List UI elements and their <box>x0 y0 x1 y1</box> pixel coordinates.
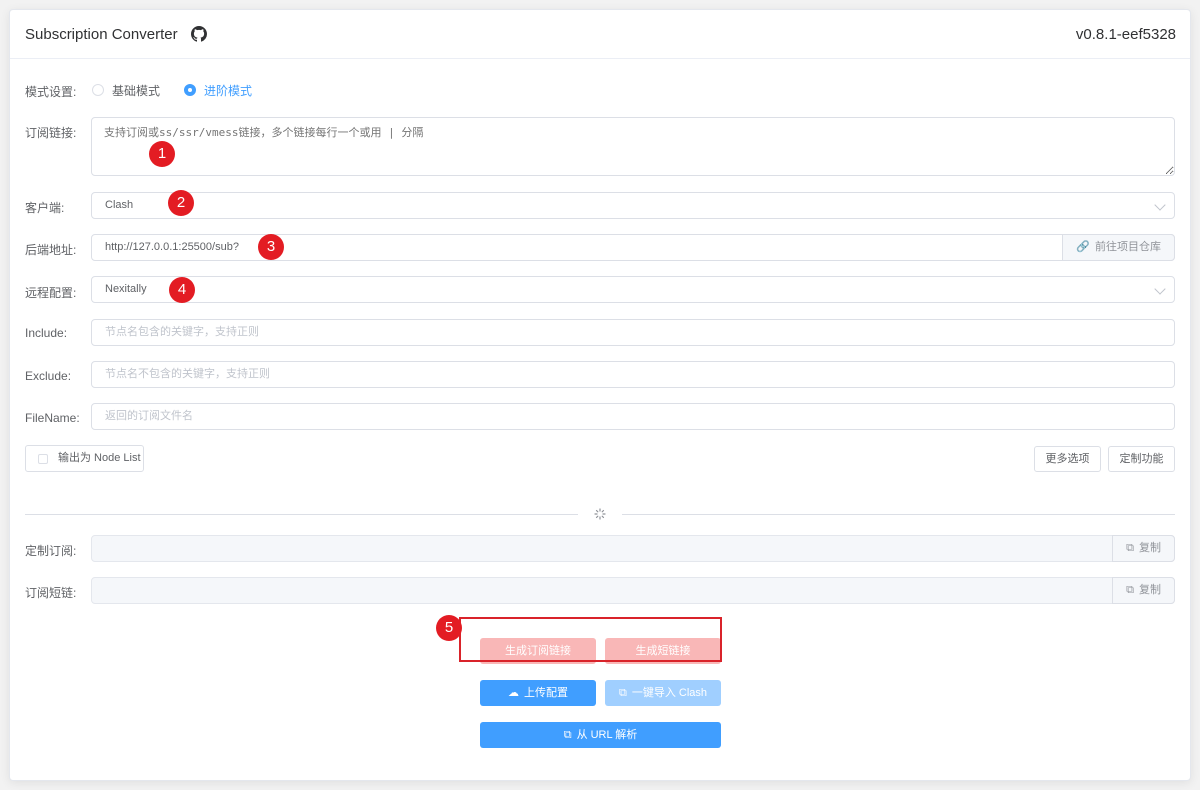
include-placeholder: 节点名包含的关键字，支持正则 <box>105 326 259 338</box>
copy-icon: ⧉ <box>1126 584 1134 596</box>
client-label: 客户端: <box>25 201 65 215</box>
client-select-value: Clash <box>105 199 134 211</box>
exclude-input[interactable]: 节点名不包含的关键字，支持正则 <box>91 361 1175 388</box>
import-clash-button[interactable]: ⧉ 一键导入 Clash <box>605 680 721 706</box>
cloud-upload-icon: ☁ <box>508 687 519 699</box>
repo-link-button[interactable]: 🔗 前往项目仓库 <box>1062 234 1175 261</box>
backend-input-value: http://127.0.0.1:25500/sub? <box>105 241 239 253</box>
client-select[interactable]: Clash <box>91 192 1175 219</box>
link-icon: ⧉ <box>618 687 627 699</box>
annotation-badge-3: 3 <box>258 234 284 260</box>
short-link-label: 订阅短链: <box>25 586 77 600</box>
repo-link-label: 前往项目仓库 <box>1095 241 1161 253</box>
short-link-output[interactable]: ⧉ 复制 <box>91 577 1175 604</box>
radio-circle <box>184 84 196 96</box>
divider-left <box>25 514 578 515</box>
remote-config-value: Nexitally <box>105 283 147 295</box>
radio-advanced-mode[interactable]: 进阶模式 <box>184 82 252 98</box>
include-label: Include: <box>25 326 68 340</box>
copy-short-link-button[interactable]: ⧉ 复制 <box>1112 577 1175 604</box>
copy-icon: ⧉ <box>1126 542 1134 554</box>
upload-config-button[interactable]: ☁ 上传配置 <box>480 680 596 706</box>
copy-label: 复制 <box>1139 584 1161 596</box>
exclude-label: Exclude: <box>25 369 72 383</box>
version-label: v0.8.1-eef5328 <box>1075 26 1176 43</box>
more-options-button[interactable]: 更多选项 <box>1034 446 1101 472</box>
copy-icon: ⧉ <box>563 729 572 741</box>
chevron-down-icon <box>1154 283 1166 295</box>
copy-custom-sub-button[interactable]: ⧉ 复制 <box>1112 535 1175 562</box>
annotation-badge-2: 2 <box>168 190 194 216</box>
remote-config-label: 远程配置: <box>25 286 77 300</box>
backend-label: 后端地址: <box>25 243 77 257</box>
radio-basic-mode[interactable]: 基础模式 <box>92 82 160 98</box>
include-input[interactable]: 节点名包含的关键字，支持正则 <box>91 319 1175 346</box>
radio-label: 基础模式 <box>112 83 161 98</box>
parse-url-label: 从 URL 解析 <box>576 729 638 741</box>
annotation-badge-1: 1 <box>149 141 175 167</box>
import-clash-label: 一键导入 Clash <box>631 687 708 699</box>
chevron-down-icon <box>1154 199 1166 211</box>
app-title: Subscription Converter <box>25 26 178 43</box>
github-icon[interactable] <box>191 26 207 42</box>
parse-url-button[interactable]: ⧉ 从 URL 解析 <box>480 722 721 748</box>
converter-card: Subscription Converter v0.8.1-eef5328 模式… <box>9 9 1191 781</box>
card-header: Subscription Converter v0.8.1-eef5328 <box>10 10 1190 59</box>
filename-input[interactable]: 返回的订阅文件名 <box>91 403 1175 430</box>
custom-features-button[interactable]: 定制功能 <box>1108 446 1175 472</box>
remote-config-select[interactable]: Nexitally <box>91 276 1175 303</box>
subscription-label: 订阅链接: <box>25 126 77 140</box>
exclude-placeholder: 节点名不包含的关键字，支持正则 <box>105 368 270 380</box>
subscription-textarea[interactable] <box>91 117 1175 176</box>
annotation-badge-4: 4 <box>169 277 195 303</box>
filename-placeholder: 返回的订阅文件名 <box>105 410 193 422</box>
mode-label: 模式设置: <box>25 85 77 99</box>
link-icon: 🔗 <box>1076 241 1090 253</box>
copy-label: 复制 <box>1139 542 1161 554</box>
custom-sub-label: 定制订阅: <box>25 544 77 558</box>
upload-config-label: 上传配置 <box>524 687 568 699</box>
custom-sub-output[interactable]: ⧉ 复制 <box>91 535 1175 562</box>
radio-label: 进阶模式 <box>204 83 253 98</box>
filename-label: FileName: <box>25 411 80 425</box>
radio-circle <box>92 84 104 96</box>
checkbox-box <box>38 453 48 464</box>
highlight-box <box>459 617 722 662</box>
loading-icon <box>594 508 606 520</box>
nodelist-checkbox[interactable]: 输出为 Node List <box>25 445 144 472</box>
nodelist-label: 输出为 Node List <box>58 452 141 464</box>
annotation-badge-5: 5 <box>436 615 462 641</box>
divider-right <box>622 514 1175 515</box>
backend-input[interactable]: http://127.0.0.1:25500/sub? 🔗 前往项目仓库 <box>91 234 1175 261</box>
